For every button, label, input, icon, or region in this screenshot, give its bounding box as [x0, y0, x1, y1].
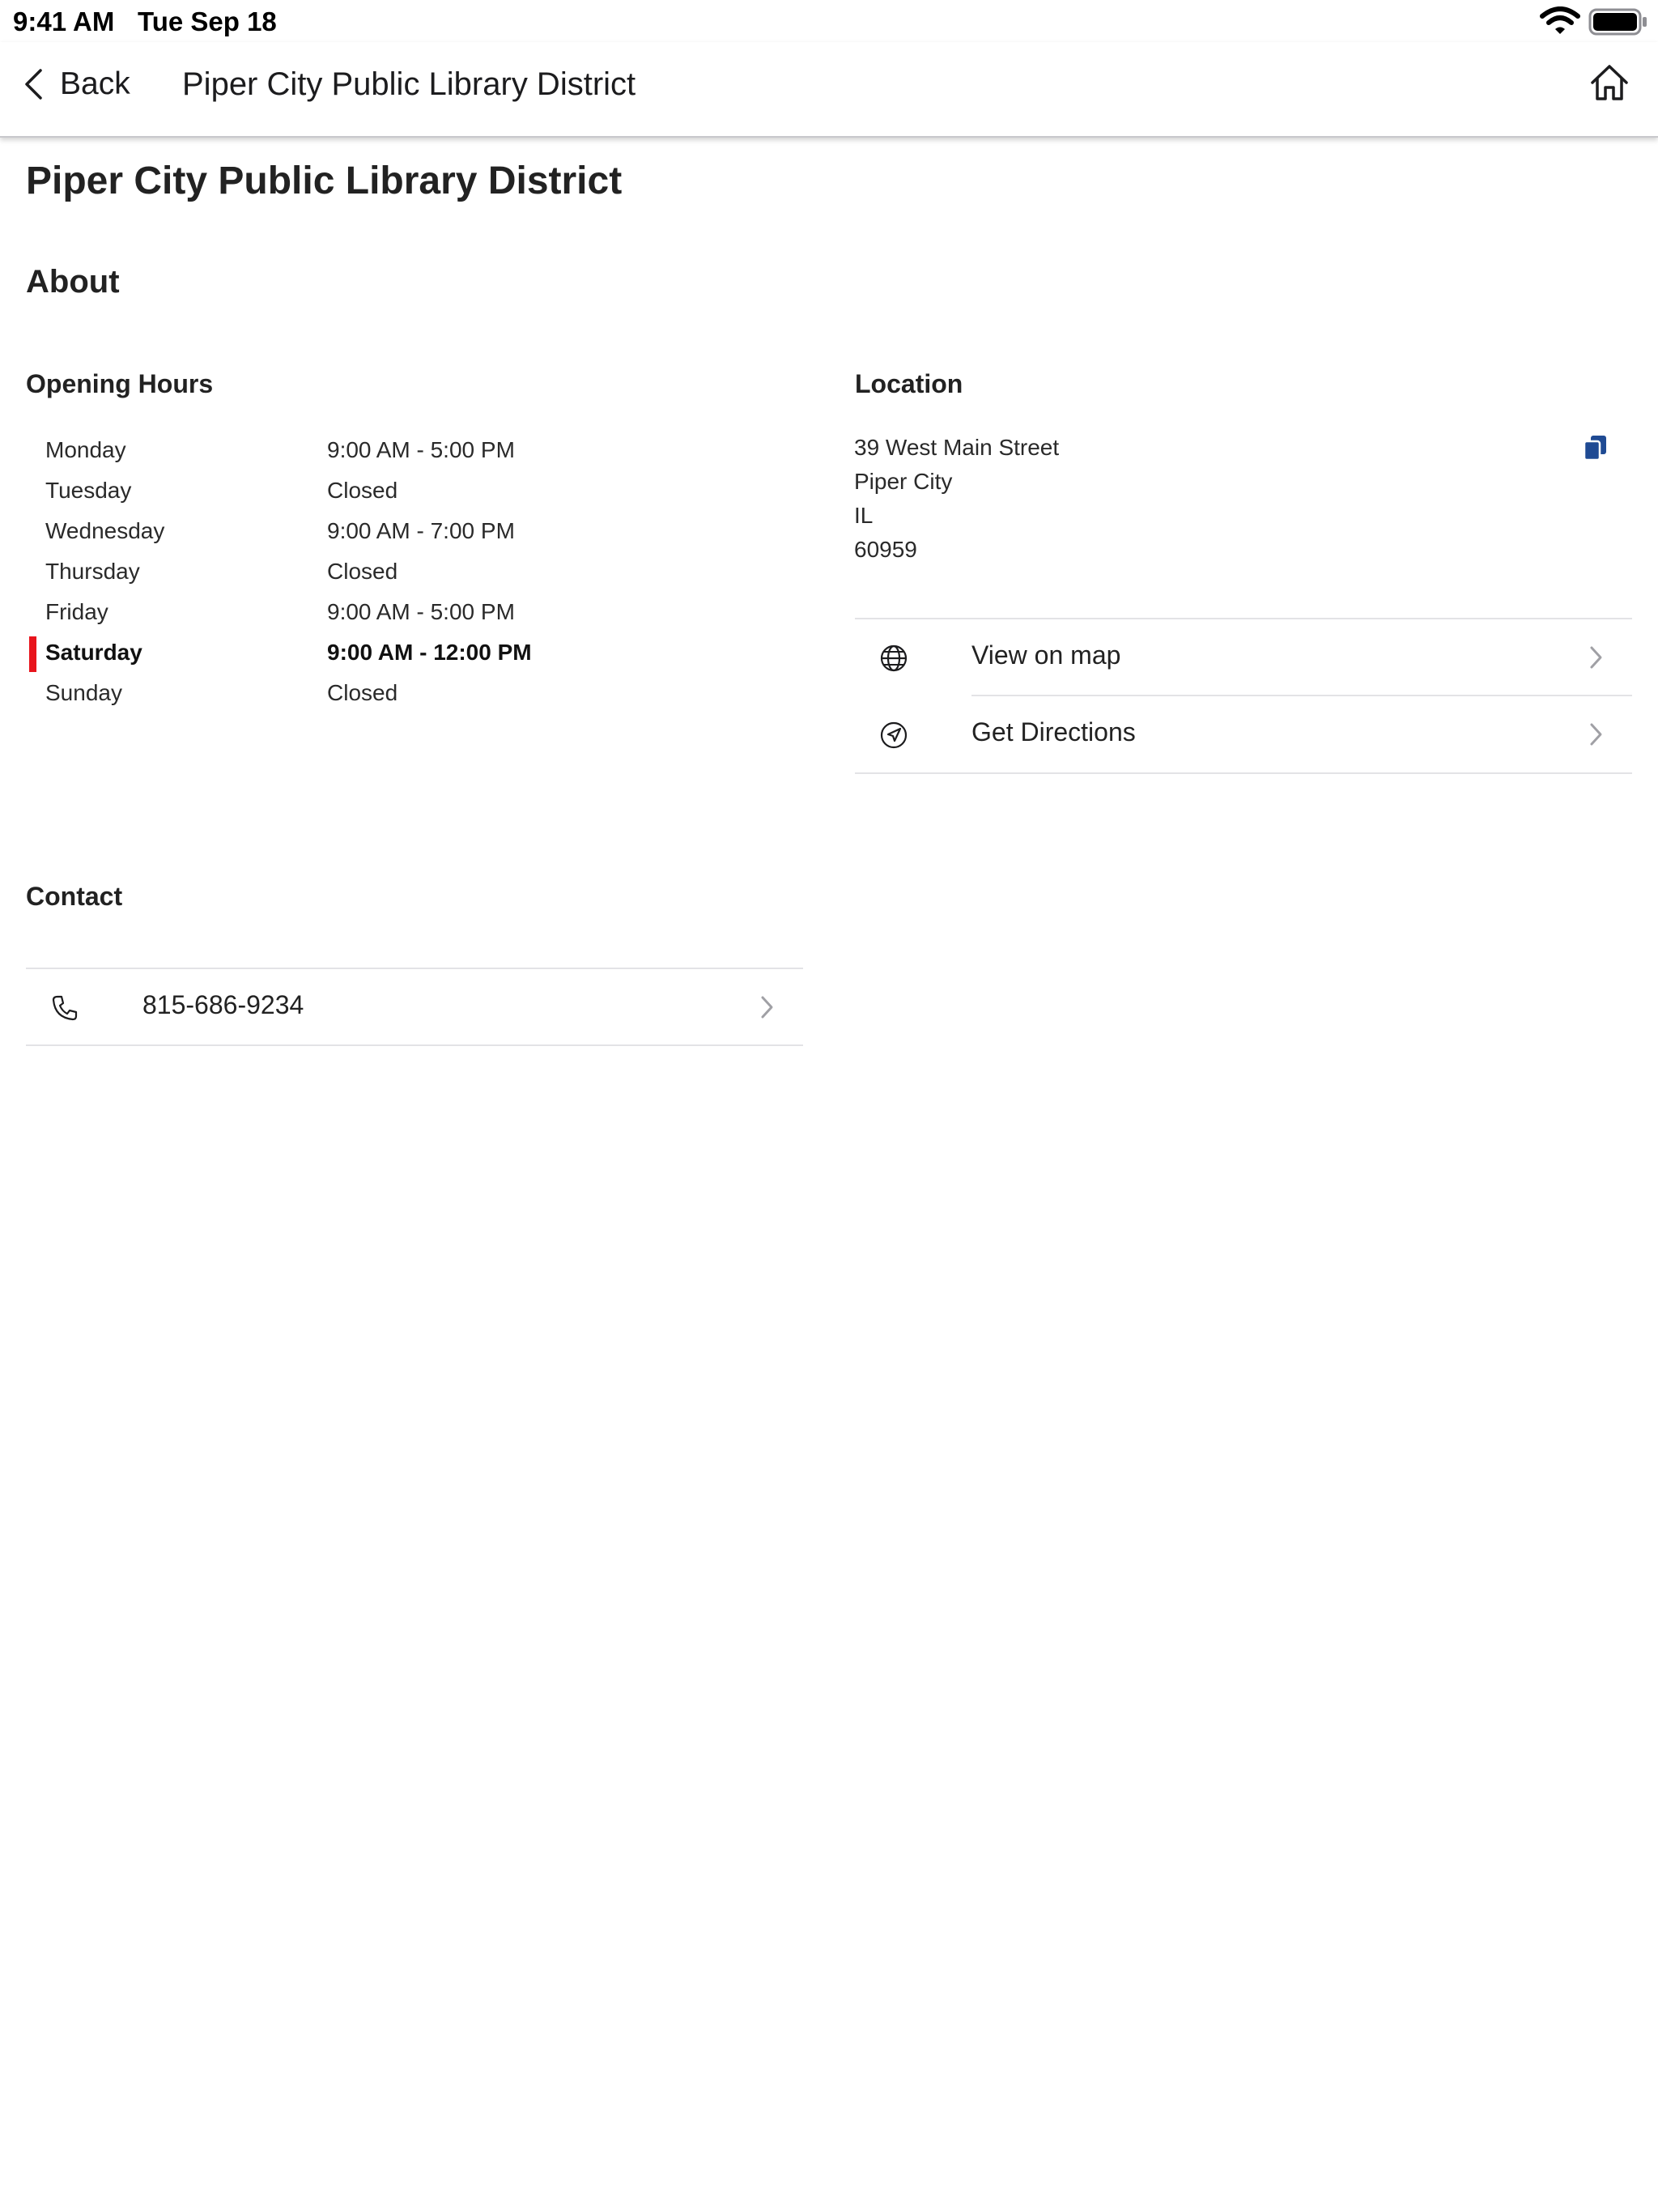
globe-icon: [880, 644, 908, 672]
status-bar: 9:41 AM Tue Sep 18: [0, 0, 1658, 42]
hours-day: Friday: [45, 599, 108, 624]
status-date: Tue Sep 18: [138, 6, 277, 36]
get-directions-row[interactable]: Get Directions: [855, 696, 1632, 772]
navigation-arrow-icon: [880, 721, 908, 749]
hours-row-sunday: Sunday Closed: [26, 675, 787, 716]
wifi-icon: [1540, 6, 1580, 34]
copy-icon[interactable]: [1582, 434, 1609, 462]
back-label: Back: [60, 66, 130, 101]
hours-time: 9:00 AM - 5:00 PM: [327, 599, 515, 624]
phone-icon: [52, 995, 78, 1021]
address-state: IL: [854, 503, 874, 528]
hours-day: Sunday: [45, 680, 122, 705]
address-zip: 60959: [854, 537, 917, 562]
hours-row-thursday: Thursday Closed: [26, 554, 787, 594]
view-on-map-row[interactable]: View on map: [855, 619, 1632, 696]
hours-row-monday: Monday 9:00 AM - 5:00 PM: [26, 432, 787, 473]
hours-time: Closed: [327, 478, 398, 503]
phone-row[interactable]: 815-686-9234: [26, 969, 803, 1045]
hours-time: 9:00 AM - 12:00 PM: [327, 640, 532, 665]
opening-hours-heading: Opening Hours: [26, 369, 214, 398]
current-day-marker: [29, 636, 36, 672]
back-button[interactable]: Back: [23, 60, 130, 108]
location-heading: Location: [855, 369, 963, 398]
nav-title: Piper City Public Library District: [182, 66, 636, 102]
address-block: 39 West Main Street Piper City IL 60959: [854, 431, 1059, 567]
page-title: Piper City Public Library District: [26, 160, 623, 202]
address-street: 39 West Main Street: [854, 435, 1060, 460]
hours-time: Closed: [327, 680, 398, 705]
hours-day: Thursday: [45, 559, 140, 584]
hours-row-wednesday: Wednesday 9:00 AM - 7:00 PM: [26, 513, 787, 554]
phone-number: 815-686-9234: [142, 990, 304, 1019]
address-city: Piper City: [854, 469, 953, 494]
contact-heading: Contact: [26, 882, 123, 911]
hours-time: Closed: [327, 559, 398, 584]
divider: [26, 1044, 803, 1046]
section-title-about: About: [26, 264, 120, 300]
opening-hours-list: Monday 9:00 AM - 5:00 PM Tuesday Closed …: [26, 432, 787, 716]
hours-day: Tuesday: [45, 478, 132, 503]
battery-icon: [1588, 8, 1647, 36]
hours-row-saturday: Saturday 9:00 AM - 12:00 PM: [26, 635, 787, 675]
chevron-right-icon: [1590, 723, 1602, 746]
hours-time: 9:00 AM - 7:00 PM: [327, 518, 515, 543]
chevron-left-icon: [25, 69, 42, 100]
hours-day: Wednesday: [45, 518, 165, 543]
hours-row-tuesday: Tuesday Closed: [26, 473, 787, 513]
hours-time: 9:00 AM - 5:00 PM: [327, 437, 515, 462]
view-on-map-label: View on map: [971, 640, 1121, 670]
hours-row-friday: Friday 9:00 AM - 5:00 PM: [26, 594, 787, 635]
divider: [855, 772, 1632, 774]
chevron-right-icon: [761, 996, 773, 1019]
hours-day: Monday: [45, 437, 126, 462]
home-icon[interactable]: [1588, 62, 1630, 104]
status-time: 9:41 AM: [13, 6, 115, 36]
get-directions-label: Get Directions: [971, 717, 1136, 747]
chevron-right-icon: [1590, 646, 1602, 669]
navigation-bar: Back Piper City Public Library District: [0, 42, 1658, 138]
hours-day: Saturday: [45, 640, 142, 665]
